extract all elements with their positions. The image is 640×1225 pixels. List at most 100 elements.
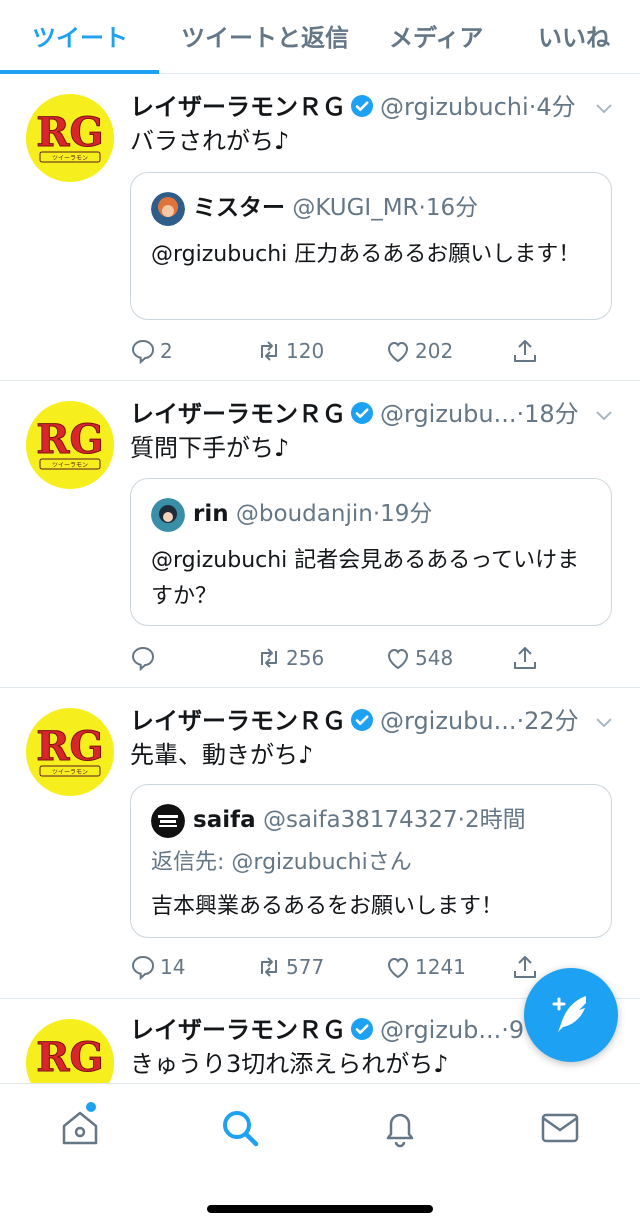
like-count: 548 [415,646,454,670]
chevron-down-icon[interactable] [594,405,614,425]
reply-count: 14 [160,955,186,979]
display-name[interactable]: レイザーラモンＲＧ [130,1016,346,1044]
tab-tweets-and-replies[interactable]: ツイートと返信 [181,18,349,58]
quoted-handle: @boudanjin [235,501,373,527]
verified-badge-icon [351,1018,373,1040]
quoted-tweet[interactable]: saifa @saifa38174327·2時間 返信先: @rgizubuch… [130,784,612,938]
rg-logo-icon: RG [26,1019,114,1083]
quoted-display-name: saifa [193,807,256,833]
display-name[interactable]: レイザーラモンＲＧ [130,400,346,428]
display-name[interactable]: レイザーラモンＲＧ [130,707,346,735]
share-button[interactable] [512,952,542,982]
nav-home[interactable] [58,1102,102,1150]
reply-button[interactable]: 14 [130,952,185,982]
like-button[interactable]: 548 [385,643,453,673]
display-name[interactable]: レイザーラモンＲＧ [130,93,346,121]
mail-icon [541,1113,579,1143]
chevron-down-icon[interactable] [594,712,614,732]
avatar-subtext: ツイーラモン [52,155,88,162]
quoted-display-name: rin [193,501,229,527]
share-icon [514,956,536,978]
tweet-header: レイザーラモンＲＧ @rgizubuchi·4分 [130,90,620,124]
avatar[interactable]: RG ツイーラモン [26,401,114,489]
tweet-text: 質問下手がち♪ [130,434,290,462]
quoted-avatar [151,191,185,226]
tweet-text: 先輩、動きがち♪ [130,741,314,769]
tweet-header: レイザーラモンＲＧ @rgizubu...·18分 [130,397,620,431]
compose-tweet-button[interactable] [524,968,618,1062]
quoted-tweet[interactable]: rin @boudanjin·19分 @rgizubuchi 記者会見あるあるっ… [130,478,612,626]
quoted-tweet-header: saifa @saifa38174327·2時間 [151,803,526,838]
tweet-text: きゅうり3切れ添えられがち♪ [130,1050,449,1078]
chevron-down-icon[interactable] [594,98,614,118]
quoted-tweet-header: ミスター @KUGI_MR·16分 [151,191,479,226]
tweet-actions: 2 120 202 [130,336,620,366]
search-icon [223,1111,259,1147]
share-icon [514,647,536,669]
rg-logo-icon: RG ツイーラモン [26,708,114,796]
avatar-letters: RG [36,1034,103,1081]
bottom-tab-bar [0,1083,640,1225]
retweet-button[interactable]: 577 [256,952,324,982]
heart-icon [387,957,409,979]
like-count: 1241 [415,955,466,979]
retweet-button[interactable]: 120 [256,336,324,366]
tweet-item[interactable]: RG ツイーラモン レイザーラモンＲＧ @rgizubuchi · 4分 バラされがち… [0,74,640,381]
reply-to-label: 返信先: @rgizubuchiさん [151,850,412,875]
verified-badge-icon [351,95,373,117]
user-handle: @rgizubuchi [380,93,529,121]
avatar[interactable]: RG [26,1019,114,1083]
quoted-avatar [151,497,185,532]
timestamp: 18分 [524,400,579,428]
quoted-timestamp: 19分 [380,501,433,527]
quoted-timestamp: 2時間 [464,807,526,833]
avatar-subtext: ツイーラモン [52,769,88,776]
verified-badge-icon [351,402,373,424]
verified-badge-icon [351,709,373,731]
reply-icon [131,339,155,364]
timestamp: 4分 [536,93,576,121]
quoted-tweet-text: 吉本興業あるあるをお願いします！ [151,894,504,919]
share-icon [514,340,536,362]
like-button[interactable]: 1241 [385,952,466,982]
avatar-letters: RG [36,416,103,463]
nav-search[interactable] [218,1106,262,1150]
tweet-item[interactable]: RG ツイーラモン レイザーラモンＲＧ @rgizubu...·22分 先輩、動き… [0,688,640,999]
quoted-handle: @saifa38174327 [262,807,458,833]
separator-dot: · [457,807,465,833]
tab-tweets[interactable]: ツイート [32,18,128,58]
tweet-item[interactable]: RG ツイーラモン レイザーラモンＲＧ @rgizubu...·18分 質問下手が… [0,381,640,688]
quoted-tweet-text: @rgizubuchi 圧力あるあるお願いします！ [151,242,581,267]
tab-likes[interactable]: いいね [538,18,610,58]
nav-messages[interactable] [538,1106,582,1150]
retweet-icon [261,341,277,361]
timestamp: 22分 [524,707,579,735]
retweet-count: 256 [286,646,325,670]
like-count: 202 [415,339,454,363]
separator-dot: · [418,195,426,221]
nav-notifications[interactable] [378,1106,422,1150]
compose-feather-icon [552,996,586,1032]
avatar[interactable]: RG ツイーラモン [26,94,114,182]
reply-button[interactable]: 2 [130,336,173,366]
like-button[interactable]: 202 [385,336,453,366]
tweet-actions: 256 548 [130,643,620,673]
reply-icon [131,646,155,671]
tweet-text: バラされがち♪ [130,127,290,155]
retweet-count: 577 [286,955,325,979]
tab-media[interactable]: メディア [389,18,483,58]
quoted-tweet[interactable]: ミスター @KUGI_MR·16分 @rgizubuchi 圧力あるあるお願いし… [130,172,612,320]
share-button[interactable] [512,336,542,366]
reply-button[interactable] [130,643,160,673]
quoted-timestamp: 16分 [425,195,479,221]
avatar[interactable]: RG ツイーラモン [26,708,114,796]
share-button[interactable] [512,643,542,673]
home-indicator [207,1205,433,1213]
quoted-tweet-header: rin @boudanjin·19分 [151,497,433,532]
reply-icon [131,955,155,980]
retweet-icon [261,648,277,668]
retweet-button[interactable]: 256 [256,643,324,673]
profile-tabs: ツイート ツイートと返信 メディア いいね [0,0,640,74]
tweet-header: レイザーラモンＲＧ @rgizub...·9 [130,1013,530,1047]
tweet-header: レイザーラモンＲＧ @rgizubu...·22分 [130,704,620,738]
